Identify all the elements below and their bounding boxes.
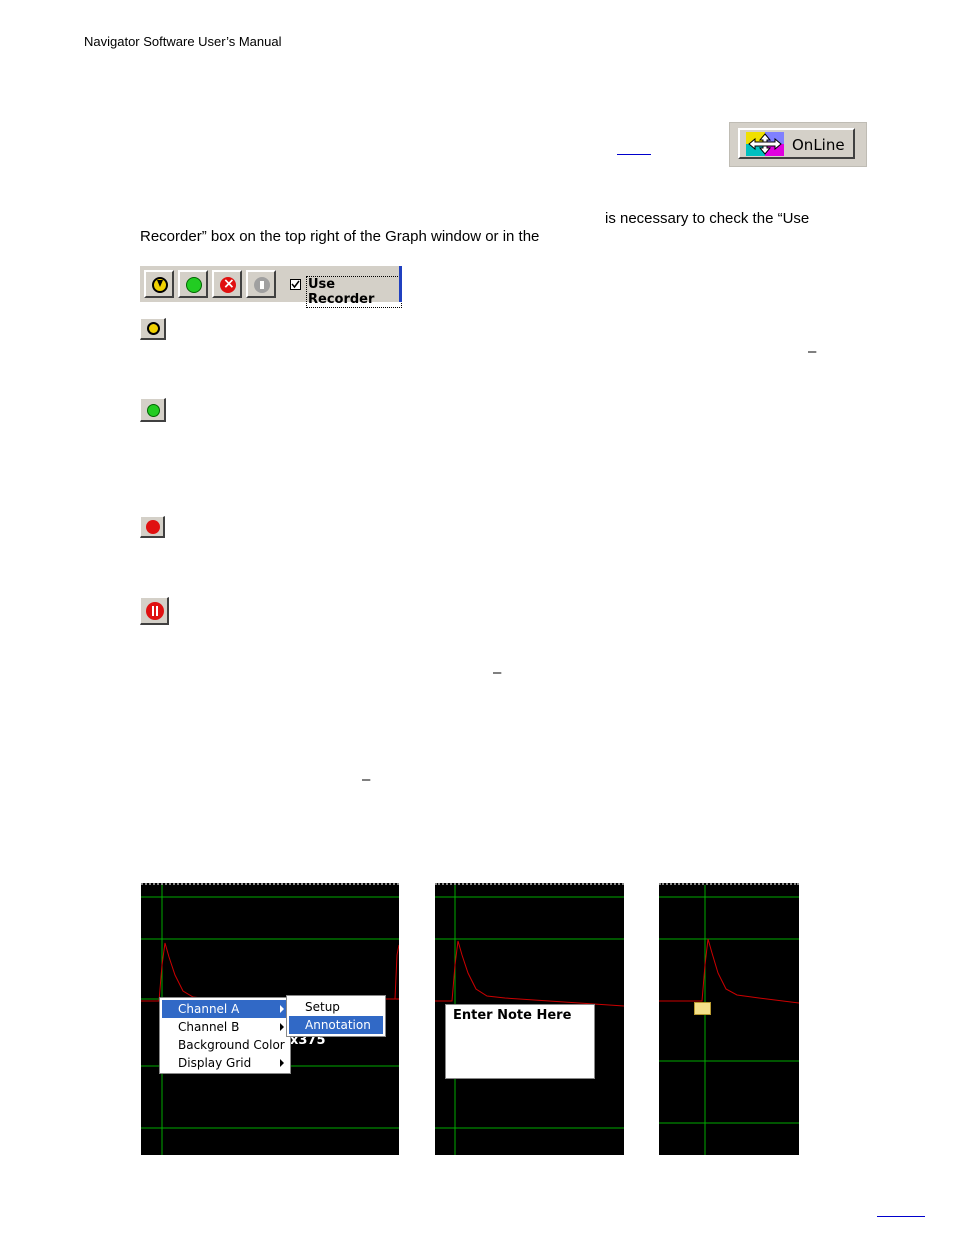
use-recorder-checkbox[interactable] xyxy=(290,279,301,290)
use-recorder-label: Use Recorder xyxy=(306,276,402,308)
graph-plot xyxy=(659,885,799,1155)
menu-item-background-color[interactable]: Background Color xyxy=(162,1036,288,1054)
menu-item-channel-a[interactable]: Channel A xyxy=(162,1000,288,1018)
dash-1: – xyxy=(808,343,817,360)
recorder-toolbar: × Use Recorder xyxy=(140,266,402,308)
annotation-textbox[interactable]: Enter Note Here xyxy=(445,1004,595,1079)
pause-button-legend xyxy=(140,597,169,625)
submenu-item-annotation[interactable]: Annotation xyxy=(289,1016,383,1034)
body-text-line-1: is necessary to check the “Use xyxy=(605,210,810,227)
submenu: Setup Annotation xyxy=(286,995,386,1037)
footer-link[interactable] xyxy=(877,1216,925,1217)
menu-item-display-grid[interactable]: Display Grid xyxy=(162,1054,288,1072)
pause-button[interactable] xyxy=(246,270,276,298)
record-button[interactable] xyxy=(178,270,208,298)
annotation-note-icon[interactable] xyxy=(694,1002,711,1015)
graph-panel-context-menu: x375 Channel A Channel B Background Colo… xyxy=(141,883,399,1155)
stop-icon xyxy=(146,520,160,534)
stop-button[interactable]: × xyxy=(212,270,242,298)
online-button-image: OnLine xyxy=(729,122,867,167)
stop-button-legend xyxy=(140,516,165,538)
graph-panel-annotation-entry: Enter Note Here xyxy=(435,883,624,1155)
download-icon xyxy=(147,322,160,335)
record-icon xyxy=(186,277,202,293)
arrows-icon xyxy=(746,132,784,156)
online-button[interactable]: OnLine xyxy=(738,128,855,159)
annotation-text: Enter Note Here xyxy=(453,1008,572,1023)
body-text-line-2: Recorder” box on the top right of the Gr… xyxy=(140,228,540,245)
page-header-title: Navigator Software User’s Manual xyxy=(84,34,282,49)
dash-2: – xyxy=(493,664,502,681)
pause-icon xyxy=(146,602,164,620)
online-label: OnLine xyxy=(792,136,845,154)
inline-link[interactable] xyxy=(617,154,651,155)
download-button-legend xyxy=(140,318,166,340)
context-menu: Channel A Channel B Background Color Dis… xyxy=(159,997,291,1074)
dash-3: – xyxy=(362,771,371,788)
menu-item-channel-b[interactable]: Channel B xyxy=(162,1018,288,1036)
download-button[interactable] xyxy=(144,270,174,298)
submenu-item-setup[interactable]: Setup xyxy=(289,998,383,1016)
graph-panel-annotation-marker xyxy=(659,883,799,1155)
record-button-legend xyxy=(140,398,166,422)
record-icon xyxy=(147,404,160,417)
